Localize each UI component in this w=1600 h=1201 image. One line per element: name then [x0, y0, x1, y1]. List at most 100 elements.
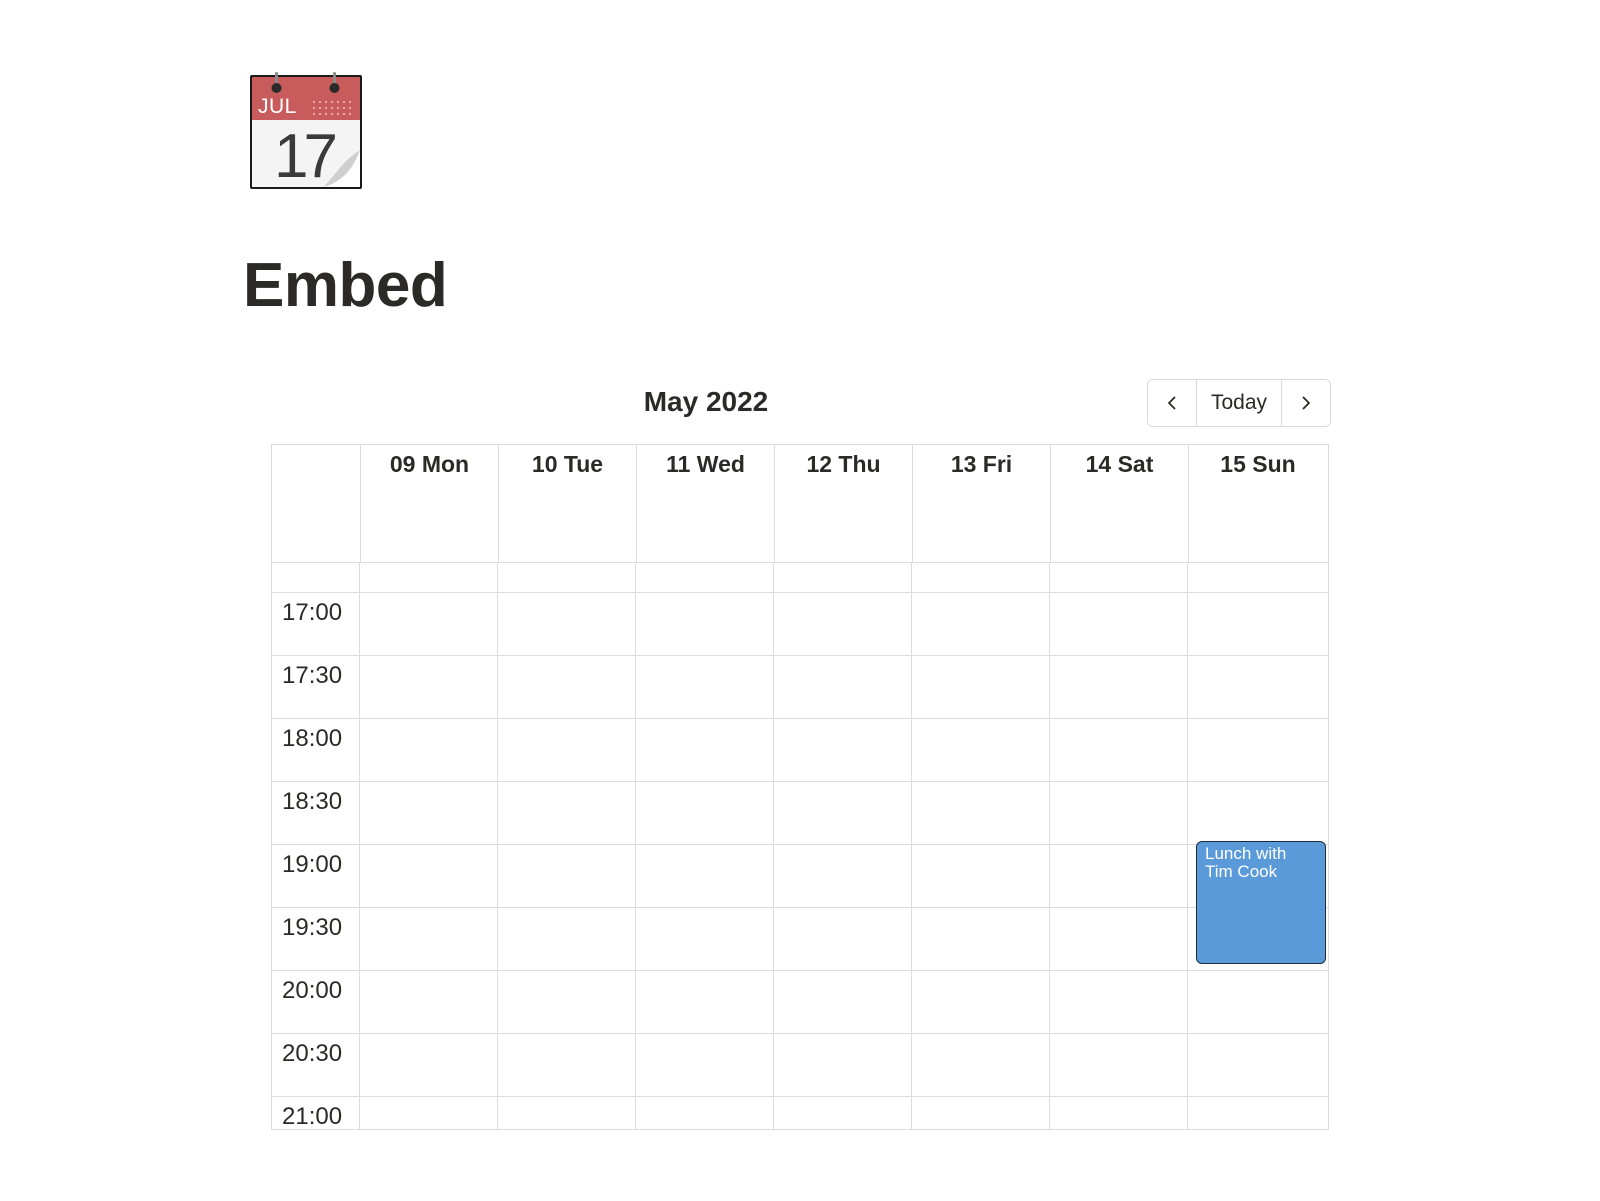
time-label: 17:00	[272, 593, 360, 655]
time-slot-cell[interactable]	[1050, 593, 1188, 655]
time-slot-cell[interactable]	[498, 1034, 636, 1096]
calendar-toolbar: May 2022 Today	[271, 376, 1331, 444]
day-header[interactable]: 13 Fri	[913, 445, 1051, 562]
time-slot-cell[interactable]	[1188, 719, 1326, 781]
time-slot-cell[interactable]	[912, 719, 1050, 781]
all-day-cell[interactable]	[1188, 563, 1326, 592]
day-header[interactable]: 10 Tue	[499, 445, 637, 562]
time-slot-cell[interactable]	[1050, 656, 1188, 718]
time-slot-cell[interactable]	[774, 908, 912, 970]
all-day-cell[interactable]	[360, 563, 498, 592]
page-title[interactable]: Embed	[243, 250, 448, 321]
time-slot-cell[interactable]	[636, 845, 774, 907]
all-day-cell[interactable]	[636, 563, 774, 592]
time-label: 18:00	[272, 719, 360, 781]
time-slot-cell[interactable]	[360, 1034, 498, 1096]
time-slot-cell[interactable]	[636, 1034, 774, 1096]
time-slot-cell[interactable]	[912, 1034, 1050, 1096]
time-slot-cell[interactable]	[1188, 656, 1326, 718]
calendar-event[interactable]: Lunch with Tim Cook	[1196, 841, 1326, 964]
time-column-header	[272, 445, 361, 562]
time-label: 21:00	[272, 1097, 360, 1129]
time-slot-cell[interactable]	[1050, 1097, 1188, 1129]
time-slot-cell[interactable]	[774, 1097, 912, 1129]
time-slot-cell[interactable]	[774, 656, 912, 718]
today-button[interactable]: Today	[1197, 380, 1282, 426]
time-slot-cell[interactable]	[1188, 1097, 1326, 1129]
time-slot-cell[interactable]	[360, 1097, 498, 1129]
time-slot-cell[interactable]	[1050, 1034, 1188, 1096]
time-slot-cell[interactable]	[360, 782, 498, 844]
day-header[interactable]: 15 Sun	[1189, 445, 1327, 562]
prev-week-button[interactable]	[1148, 380, 1197, 426]
time-slot-cell[interactable]	[912, 782, 1050, 844]
time-label: 19:00	[272, 845, 360, 907]
calendar-embed: May 2022 Today 09 Mon 10 Tue 11 Wed 12 T…	[271, 376, 1331, 1138]
time-slot-cell[interactable]	[912, 971, 1050, 1033]
time-slot-cell[interactable]	[498, 908, 636, 970]
time-slot-cell[interactable]	[360, 593, 498, 655]
time-slot-cell[interactable]	[774, 845, 912, 907]
time-slot-cell[interactable]	[774, 971, 912, 1033]
day-header[interactable]: 14 Sat	[1051, 445, 1189, 562]
time-slot-cell[interactable]	[912, 845, 1050, 907]
time-slot-cell[interactable]	[1050, 971, 1188, 1033]
time-slot-cell[interactable]	[498, 845, 636, 907]
time-slot-cell[interactable]	[912, 593, 1050, 655]
time-slot-cell[interactable]	[1050, 845, 1188, 907]
time-slot-cell[interactable]	[912, 908, 1050, 970]
time-slot-cell[interactable]	[360, 908, 498, 970]
time-label: 17:30	[272, 656, 360, 718]
time-slot-cell[interactable]	[774, 593, 912, 655]
time-slot-row: 17:30	[272, 656, 1328, 719]
time-slot-cell[interactable]	[498, 593, 636, 655]
calendar-icon[interactable]: JUL 17	[248, 72, 364, 192]
time-slot-cell[interactable]	[498, 782, 636, 844]
all-day-cell[interactable]	[1050, 563, 1188, 592]
time-slot-cell[interactable]	[360, 656, 498, 718]
all-day-row	[272, 563, 1328, 593]
time-slot-cell[interactable]	[636, 1097, 774, 1129]
time-slot-cell[interactable]	[1188, 971, 1326, 1033]
time-slot-cell[interactable]	[360, 971, 498, 1033]
time-slot-cell[interactable]	[636, 719, 774, 781]
time-slot-cell[interactable]	[1188, 782, 1326, 844]
week-grid: 09 Mon 10 Tue 11 Wed 12 Thu 13 Fri 14 Sa…	[271, 444, 1329, 1130]
time-slot-cell[interactable]	[498, 719, 636, 781]
calendar-nav-group: Today	[1147, 379, 1331, 427]
time-label: 20:30	[272, 1034, 360, 1096]
time-slot-cell[interactable]	[360, 845, 498, 907]
time-slot-cell[interactable]	[636, 971, 774, 1033]
next-week-button[interactable]	[1282, 380, 1330, 426]
day-header[interactable]: 09 Mon	[361, 445, 499, 562]
time-slot-cell[interactable]	[498, 1097, 636, 1129]
page: JUL 17 Embed May 2022 Today 09 Mon 10 Tu…	[0, 0, 1600, 1201]
time-slot-cell[interactable]	[1188, 1034, 1326, 1096]
day-header[interactable]: 11 Wed	[637, 445, 775, 562]
time-slot-cell[interactable]	[498, 656, 636, 718]
time-slot-cell[interactable]	[1050, 908, 1188, 970]
all-day-cell[interactable]	[498, 563, 636, 592]
time-slot-cell[interactable]	[636, 782, 774, 844]
time-slot-cell[interactable]	[1188, 593, 1326, 655]
time-slot-cell[interactable]	[360, 719, 498, 781]
time-slot-cell[interactable]	[498, 971, 636, 1033]
all-day-cell[interactable]	[774, 563, 912, 592]
time-slot-cell[interactable]	[774, 782, 912, 844]
chevron-right-icon	[1302, 396, 1310, 410]
time-slot-cell[interactable]	[774, 1034, 912, 1096]
all-day-cell[interactable]	[912, 563, 1050, 592]
event-title: Lunch with Tim Cook	[1205, 844, 1287, 881]
time-label: 18:30	[272, 782, 360, 844]
time-slot-cell[interactable]	[912, 656, 1050, 718]
time-slot-row: 19:00	[272, 845, 1328, 908]
time-slot-cell[interactable]	[636, 593, 774, 655]
time-slot-cell[interactable]	[912, 1097, 1050, 1129]
time-slot-cell[interactable]	[636, 656, 774, 718]
day-header[interactable]: 12 Thu	[775, 445, 913, 562]
time-slot-cell[interactable]	[1050, 782, 1188, 844]
time-slot-cell[interactable]	[774, 719, 912, 781]
time-slots: 17:00 17:30 18:00 18:30 19:00 19:30 20:00 20:30…	[272, 593, 1328, 1129]
time-slot-cell[interactable]	[636, 908, 774, 970]
time-slot-cell[interactable]	[1050, 719, 1188, 781]
